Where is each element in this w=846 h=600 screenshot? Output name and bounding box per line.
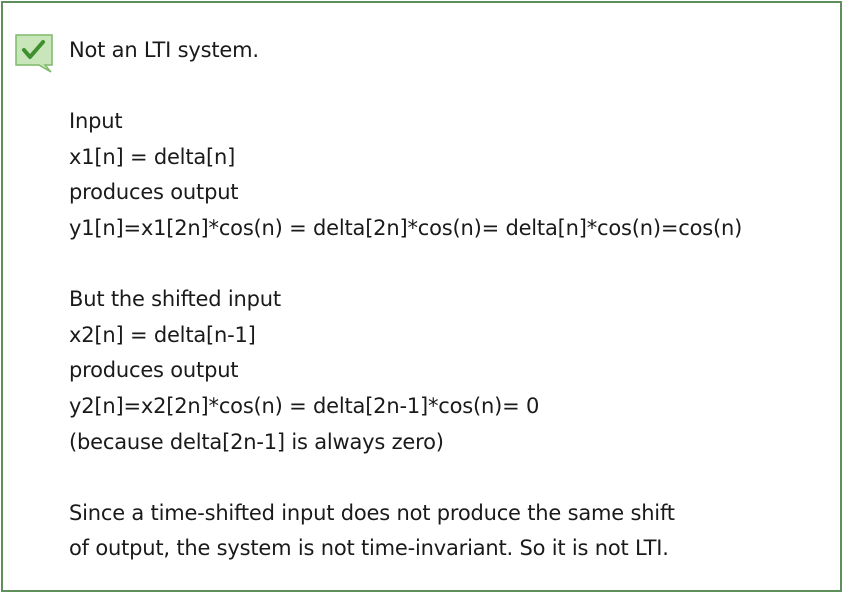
answer-line-shifted-heading: But the shifted input xyxy=(69,287,281,312)
answer-line-input-heading: Input xyxy=(69,109,123,134)
answer-line-produces-2: produces output xyxy=(69,358,239,383)
answer-line-produces-1: produces output xyxy=(69,180,239,205)
answer-line-because: (because delta[2n-1] is always zero) xyxy=(69,429,444,454)
answer-line-conclusion-2: of output, the system is not time-invari… xyxy=(69,536,669,561)
answer-line-y1: y1[n]=x1[2n]*cos(n) = delta[2n]*cos(n)= … xyxy=(69,215,743,240)
answer-line-spacer xyxy=(69,69,809,105)
checkmark-icon xyxy=(14,33,54,73)
answer-explanation: Not an LTI system. Input x1[n] = delta[n… xyxy=(69,33,809,567)
answer-line-spacer xyxy=(69,460,809,496)
answer-line-y2: y2[n]=x2[2n]*cos(n) = delta[2n-1]*cos(n)… xyxy=(69,393,540,418)
answer-line-x2: x2[n] = delta[n-1] xyxy=(69,322,256,347)
answer-line-summary: Not an LTI system. xyxy=(69,38,259,62)
feedback-box: Not an LTI system. Input x1[n] = delta[n… xyxy=(1,1,842,592)
answer-line-x1: x1[n] = delta[n] xyxy=(69,144,236,169)
answer-line-conclusion-1: Since a time-shifted input does not prod… xyxy=(69,500,675,525)
answer-line-spacer xyxy=(69,247,809,283)
